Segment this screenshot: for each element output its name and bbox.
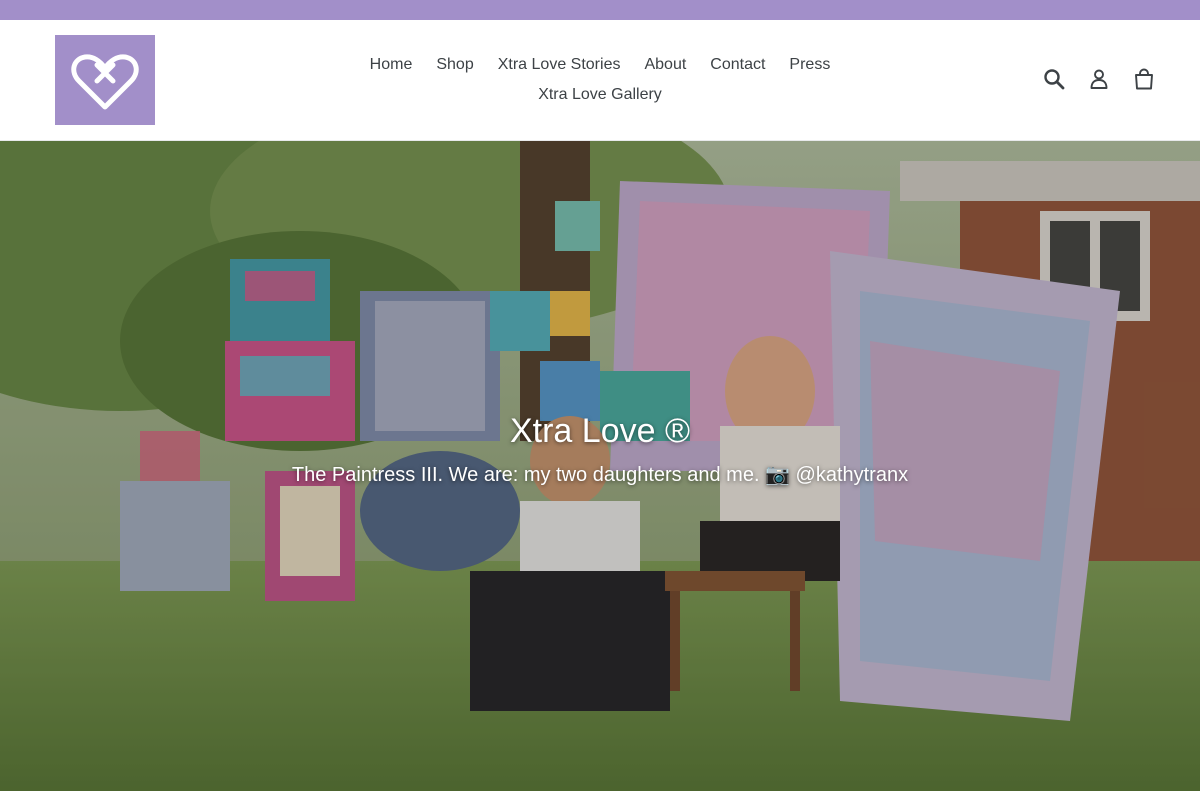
nav-row-secondary: Xtra Love Gallery bbox=[340, 80, 860, 110]
hero-text: Xtra Love ® The Paintress III. We are: m… bbox=[0, 412, 1200, 488]
user-icon bbox=[1090, 69, 1108, 89]
nav-link-xtra-love-stories[interactable]: Xtra Love Stories bbox=[486, 50, 633, 80]
heart-x-icon bbox=[71, 54, 139, 110]
search-icon bbox=[1044, 69, 1065, 90]
hero-subtitle: The Paintress III. We are: my two daught… bbox=[291, 464, 909, 487]
hero-banner: Xtra Love ® The Paintress III. We are: m… bbox=[0, 141, 1200, 791]
nav-link-xtra-love-gallery[interactable]: Xtra Love Gallery bbox=[526, 80, 674, 110]
site-logo[interactable] bbox=[55, 35, 155, 125]
nav-link-contact[interactable]: Contact bbox=[698, 50, 777, 80]
page-bottom-strip bbox=[0, 791, 1200, 800]
nav-row-primary: Home Shop Xtra Love Stories About Contac… bbox=[340, 50, 860, 80]
cart-icon bbox=[1135, 68, 1153, 90]
account-button[interactable] bbox=[1087, 67, 1111, 91]
cart-button[interactable] bbox=[1132, 67, 1156, 91]
nav-link-press[interactable]: Press bbox=[777, 50, 842, 80]
main-navigation: Home Shop Xtra Love Stories About Contac… bbox=[340, 50, 860, 110]
search-button[interactable] bbox=[1042, 67, 1066, 91]
hero-title: Xtra Love ® bbox=[509, 412, 691, 450]
announcement-bar bbox=[0, 0, 1200, 20]
nav-link-shop[interactable]: Shop bbox=[424, 50, 485, 80]
site-header: Home Shop Xtra Love Stories About Contac… bbox=[0, 20, 1200, 141]
nav-link-home[interactable]: Home bbox=[358, 50, 425, 80]
header-icons bbox=[1021, 64, 1156, 94]
nav-link-about[interactable]: About bbox=[632, 50, 698, 80]
